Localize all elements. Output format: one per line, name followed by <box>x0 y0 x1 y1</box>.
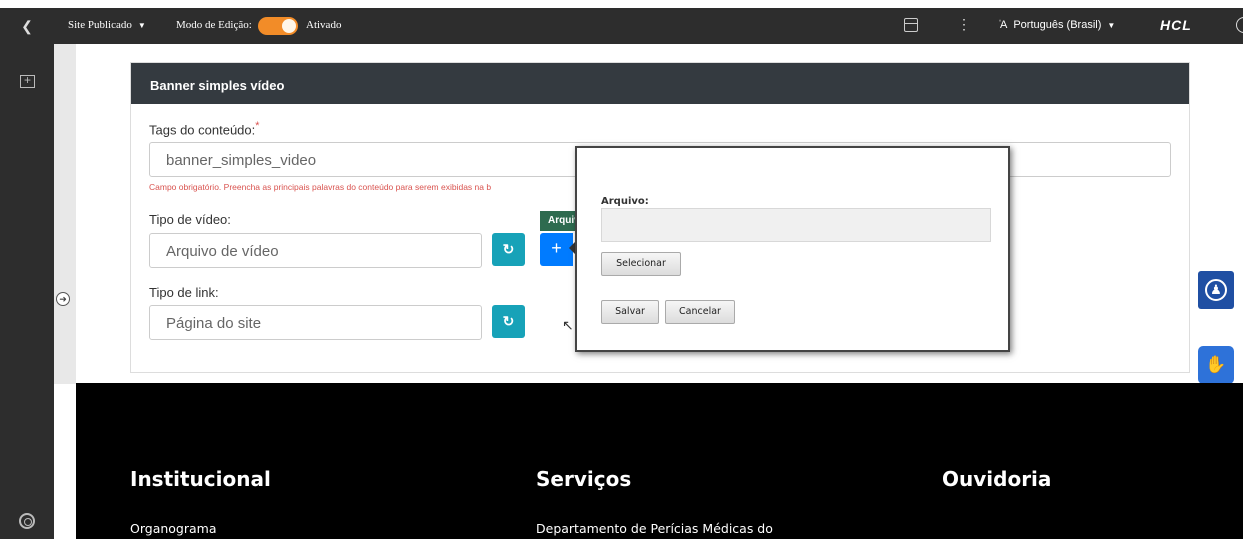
link-type-input[interactable]: Página do site <box>149 305 482 340</box>
file-input[interactable] <box>601 208 991 242</box>
footer-title-ouvidoria: Ouvidoria <box>942 467 1052 491</box>
card-title: Banner simples vídeo <box>131 63 1189 104</box>
file-label: Arquivo: <box>601 196 649 207</box>
site-status-label: Site Publicado <box>68 19 132 31</box>
refresh-icon: ↻ <box>502 241 515 257</box>
edit-mode-toggle[interactable] <box>258 17 298 35</box>
site-status-dropdown[interactable]: Site Publicado ▼ <box>68 19 146 31</box>
footer-title-servicos: Serviços <box>536 467 632 491</box>
chevron-left-icon: ❮ <box>21 17 33 34</box>
link-type-label: Tipo de link: <box>149 285 219 300</box>
brand-logo: HCL <box>1160 17 1192 33</box>
mouse-cursor-icon: ↖ <box>562 317 574 333</box>
refresh-icon: ↻ <box>502 313 515 329</box>
user-icon[interactable] <box>1236 17 1243 33</box>
translate-icon: ̍A <box>1000 19 1008 31</box>
panel-icon[interactable] <box>904 18 918 32</box>
add-component-icon[interactable] <box>20 73 35 88</box>
footer-link-organograma[interactable]: Organograma <box>130 521 217 536</box>
refresh-link-button[interactable]: ↻ <box>492 305 525 338</box>
caret-down-icon: ▼ <box>137 20 146 30</box>
more-options-icon[interactable]: ⋮ <box>957 16 971 33</box>
file-picker-dialog: Arquivo: Selecionar Salvar Cancelar <box>575 146 1010 352</box>
cancel-button[interactable]: Cancelar <box>665 300 735 324</box>
language-dropdown[interactable]: ̍A Português (Brasil) ▼ <box>1000 19 1115 31</box>
sign-language-button[interactable]: ✋ <box>1198 346 1234 384</box>
accessibility-button[interactable]: ♟ <box>1198 271 1234 309</box>
tags-label: Tags do conteúdo:* <box>149 120 259 137</box>
back-button[interactable]: ❮ <box>0 8 54 44</box>
toggle-knob <box>282 19 296 33</box>
site-footer: Institucional Organograma Serviços Depar… <box>76 383 1243 539</box>
edit-mode-label: Modo de Edição: <box>176 19 252 31</box>
footer-link-departamento[interactable]: Departamento de Perícias Médicas do <box>536 521 773 536</box>
side-gutter <box>54 44 76 384</box>
accessibility-icon: ♟ <box>1205 279 1227 301</box>
plus-icon: + <box>551 238 562 258</box>
language-label: Português (Brasil) <box>1013 19 1102 31</box>
tags-label-text: Tags do conteúdo: <box>149 122 256 138</box>
select-file-button[interactable]: Selecionar <box>601 252 681 276</box>
refresh-video-button[interactable]: ↻ <box>492 233 525 266</box>
video-type-input[interactable]: Arquivo de vídeo <box>149 233 482 268</box>
edit-mode-state: Ativado <box>306 19 342 31</box>
help-lifebuoy-icon[interactable] <box>19 513 35 529</box>
top-toolbar: ❮ Site Publicado ▼ Modo de Edição: Ativa… <box>0 8 1243 44</box>
required-marker: * <box>255 120 260 132</box>
add-tooltip: Arquivo <box>540 211 576 231</box>
left-rail <box>0 44 54 539</box>
tags-hint: Campo obrigatório. Preencha as principai… <box>149 182 492 192</box>
footer-title-institucional: Institucional <box>130 467 271 491</box>
save-button[interactable]: Salvar <box>601 300 659 324</box>
caret-down-icon: ▼ <box>1107 20 1116 30</box>
hands-icon: ✋ <box>1205 355 1227 374</box>
video-type-label: Tipo de vídeo: <box>149 212 231 227</box>
expand-arrow-icon[interactable]: ➜ <box>56 292 70 306</box>
